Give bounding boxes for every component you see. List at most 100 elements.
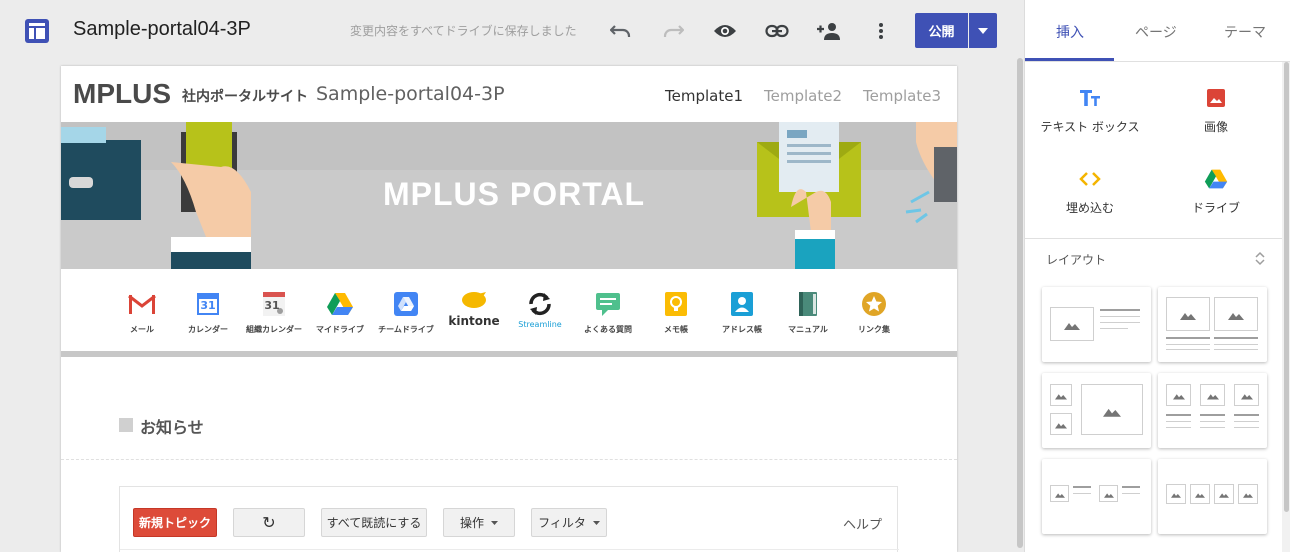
app-calendar[interactable]: 31 カレンダー <box>175 290 241 335</box>
actions-dropdown[interactable]: 操作 <box>443 508 515 537</box>
panel-scrollbar[interactable] <box>1282 62 1290 552</box>
redo-icon <box>663 25 684 37</box>
site-logo-subtitle: 社内ポータルサイト <box>182 89 308 105</box>
news-heading[interactable]: お知らせ <box>140 414 204 438</box>
app-memo[interactable]: メモ帳 <box>643 290 709 335</box>
banner-illustration-right <box>757 122 957 269</box>
image-placeholder-icon <box>1166 484 1186 504</box>
nav-template1[interactable]: Template1 <box>665 87 743 105</box>
image-placeholder-icon <box>1050 307 1094 341</box>
app-manual[interactable]: マニュアル <box>775 290 841 335</box>
section-divider <box>61 351 957 357</box>
save-status: 変更内容をすべてドライブに保存しました <box>350 24 577 38</box>
hero-banner[interactable]: MPLUS PORTAL <box>61 122 957 269</box>
app-team-drive[interactable]: チームドライブ <box>373 290 439 335</box>
more-vert-icon <box>879 23 883 39</box>
copy-link-button[interactable] <box>763 17 791 45</box>
nav-template3[interactable]: Template3 <box>863 87 941 105</box>
image-placeholder-icon <box>1238 484 1258 504</box>
active-tab-indicator <box>1025 58 1114 61</box>
text-box-icon <box>1078 86 1102 110</box>
image-icon <box>1204 86 1228 110</box>
insert-embed[interactable]: 埋め込む <box>1030 167 1150 216</box>
embed-icon <box>1078 167 1102 191</box>
insert-text-box[interactable]: テキスト ボックス <box>1030 86 1150 135</box>
layouts-heading[interactable]: レイアウト <box>1046 251 1106 268</box>
side-panel: 挿入 ページ テーマ テキスト ボックス 画像 埋め込む ドライブ レイアウト <box>1024 0 1290 552</box>
app-my-drive[interactable]: マイドライブ <box>307 290 373 335</box>
insert-image[interactable]: 画像 <box>1156 86 1276 135</box>
banner-title: MPLUS PORTAL <box>383 176 646 212</box>
layout-two-image-text-pairs[interactable] <box>1042 459 1151 534</box>
image-placeholder-icon <box>1050 413 1072 435</box>
streamline-icon <box>526 290 554 318</box>
preview-button[interactable] <box>711 17 739 45</box>
forum-widget: 新規トピック ↻ すべて既読にする 操作 フィルタ ヘルプ <box>119 486 899 552</box>
sites-logo-icon[interactable] <box>25 19 49 43</box>
app-org-calendar[interactable]: 31 組織カレンダー <box>241 290 307 335</box>
app-links[interactable]: リンク集 <box>841 290 907 335</box>
editor-canvas: MPLUS 社内ポータルサイト Sample-portal04-3P Templ… <box>0 62 1016 552</box>
image-placeholder-icon <box>1166 297 1210 331</box>
link-icon <box>765 24 789 38</box>
app-address-book[interactable]: アドレス帳 <box>709 290 775 335</box>
gmail-icon <box>128 290 156 318</box>
links-icon <box>860 290 888 318</box>
layout-two-images-with-text[interactable] <box>1158 287 1267 362</box>
help-link[interactable]: ヘルプ <box>843 514 882 533</box>
panel-tabs: 挿入 ページ テーマ <box>1025 0 1290 62</box>
site-name[interactable]: Sample-portal04-3P <box>316 83 505 105</box>
image-placeholder-icon <box>1166 384 1191 406</box>
org-calendar-icon: 31 <box>260 290 288 318</box>
redo-button[interactable] <box>659 17 687 45</box>
layout-image-left-text-right[interactable] <box>1042 287 1151 362</box>
publish-options-button[interactable] <box>969 13 997 48</box>
insert-drive[interactable]: ドライブ <box>1156 167 1276 216</box>
faq-icon <box>594 290 622 318</box>
canvas-scrollbar[interactable] <box>1016 58 1024 552</box>
share-button[interactable] <box>815 17 843 45</box>
app-shortcuts: メール 31 カレンダー 31 組織カレンダー マイドライブ チームドライブ k… <box>61 269 957 351</box>
caret-down-icon <box>978 27 988 34</box>
image-placeholder-icon <box>1099 485 1118 502</box>
app-mail[interactable]: メール <box>109 290 175 335</box>
drive-icon <box>326 290 354 318</box>
image-placeholder-icon <box>1234 384 1259 406</box>
manual-icon <box>794 290 822 318</box>
app-streamline[interactable]: Streamline <box>507 290 573 329</box>
nav-template2[interactable]: Template2 <box>764 87 842 105</box>
app-faq[interactable]: よくある質問 <box>575 290 641 335</box>
document-title[interactable]: Sample-portal04-3P <box>73 18 251 41</box>
tab-themes[interactable]: テーマ <box>1224 22 1266 42</box>
tab-insert[interactable]: 挿入 <box>1056 22 1084 42</box>
image-placeholder-icon <box>1081 384 1143 435</box>
publish-button[interactable]: 公開 <box>915 13 968 48</box>
refresh-button[interactable]: ↻ <box>233 508 305 537</box>
add-person-icon <box>817 23 840 40</box>
eye-icon <box>714 25 736 37</box>
caret-down-icon <box>491 520 498 525</box>
more-options-button[interactable] <box>867 17 895 45</box>
image-placeholder-icon <box>1050 384 1072 406</box>
top-bar: Sample-portal04-3P 変更内容をすべてドライブに保存しました 公… <box>0 0 1024 62</box>
sites-editor: Sample-portal04-3P 変更内容をすべてドライブに保存しました 公… <box>0 0 1290 552</box>
undo-icon <box>610 25 631 37</box>
section-divider-dashed <box>61 459 957 460</box>
app-kintone[interactable]: kintone <box>441 290 507 328</box>
image-placeholder-icon <box>1050 485 1069 502</box>
site-page: MPLUS 社内ポータルサイト Sample-portal04-3P Templ… <box>61 66 957 552</box>
drive-icon <box>1204 167 1228 191</box>
undo-button[interactable] <box>607 17 635 45</box>
filter-dropdown[interactable]: フィルタ <box>531 508 607 537</box>
layout-three-columns[interactable] <box>1158 373 1267 448</box>
site-header[interactable]: MPLUS 社内ポータルサイト Sample-portal04-3P Templ… <box>61 66 957 122</box>
banner-illustration-left <box>61 122 251 269</box>
tab-pages[interactable]: ページ <box>1135 22 1177 42</box>
layout-small-images-large-image[interactable] <box>1042 373 1151 448</box>
mark-all-read-button[interactable]: すべて既読にする <box>321 508 427 537</box>
team-drive-icon <box>392 290 420 318</box>
layout-four-columns[interactable] <box>1158 459 1267 534</box>
new-topic-button[interactable]: 新規トピック <box>133 508 217 537</box>
collapse-icon[interactable] <box>1254 250 1266 266</box>
calendar-icon: 31 <box>194 290 222 318</box>
